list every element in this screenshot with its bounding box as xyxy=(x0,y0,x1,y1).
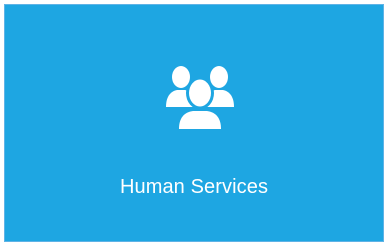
users-group-icon xyxy=(164,57,236,131)
human-services-tile[interactable]: Human Services xyxy=(4,4,384,242)
tile-label: Human Services xyxy=(119,176,269,198)
